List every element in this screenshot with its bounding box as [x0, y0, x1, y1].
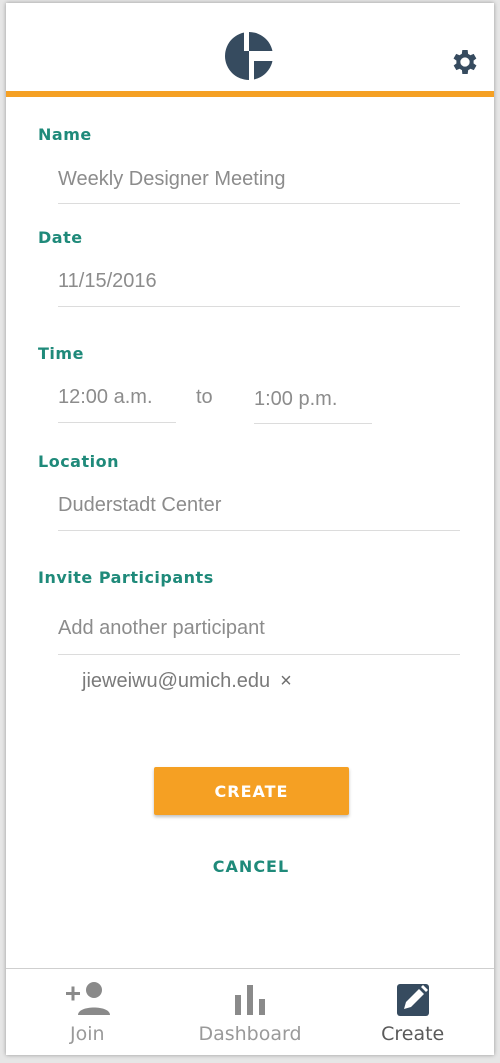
name-label: Name: [38, 125, 92, 144]
tab-create-label: Create: [381, 1023, 445, 1045]
bar-chart-icon: [235, 985, 265, 1015]
tab-dashboard-label: Dashboard: [198, 1023, 302, 1045]
cancel-button[interactable]: CANCEL: [166, 851, 336, 881]
date-input[interactable]: [58, 267, 458, 295]
start-time-input[interactable]: [58, 383, 176, 411]
tab-dashboard[interactable]: Dashboard: [169, 969, 332, 1055]
participants-label: Invite Participants: [38, 568, 214, 587]
location-underline: [58, 530, 460, 531]
participant-email: jieweiwu@umich.edu: [82, 670, 271, 692]
time-separator: to: [196, 386, 213, 408]
date-underline: [58, 306, 460, 307]
tab-join[interactable]: Join: [6, 969, 169, 1055]
tab-join-label: Join: [70, 1023, 105, 1045]
name-underline: [58, 203, 460, 204]
date-label: Date: [38, 228, 83, 247]
participant-underline: [58, 654, 460, 655]
remove-participant-icon[interactable]: ×: [280, 670, 292, 693]
app-screen: Name Date Time to Location Invite Partic…: [6, 3, 494, 1055]
edit-icon: [396, 984, 429, 1016]
create-button[interactable]: CREATE: [154, 767, 349, 815]
location-input[interactable]: [58, 491, 458, 519]
add-person-icon: [66, 982, 111, 1015]
participant-input[interactable]: [58, 614, 458, 642]
bottom-tab-bar: Join Dashboard Create: [6, 968, 494, 1055]
gear-icon[interactable]: [449, 46, 481, 78]
end-time-input[interactable]: [254, 385, 372, 413]
start-time-underline: [58, 422, 176, 423]
time-label: Time: [38, 344, 84, 363]
participant-chip: jieweiwu@umich.edu ×: [82, 670, 292, 693]
location-label: Location: [38, 452, 119, 471]
tab-create[interactable]: Create: [331, 969, 494, 1055]
header-accent-bar: [6, 91, 494, 97]
app-logo-icon: [225, 31, 274, 81]
header: [6, 3, 494, 91]
name-input[interactable]: [58, 165, 458, 193]
end-time-underline: [254, 423, 372, 424]
